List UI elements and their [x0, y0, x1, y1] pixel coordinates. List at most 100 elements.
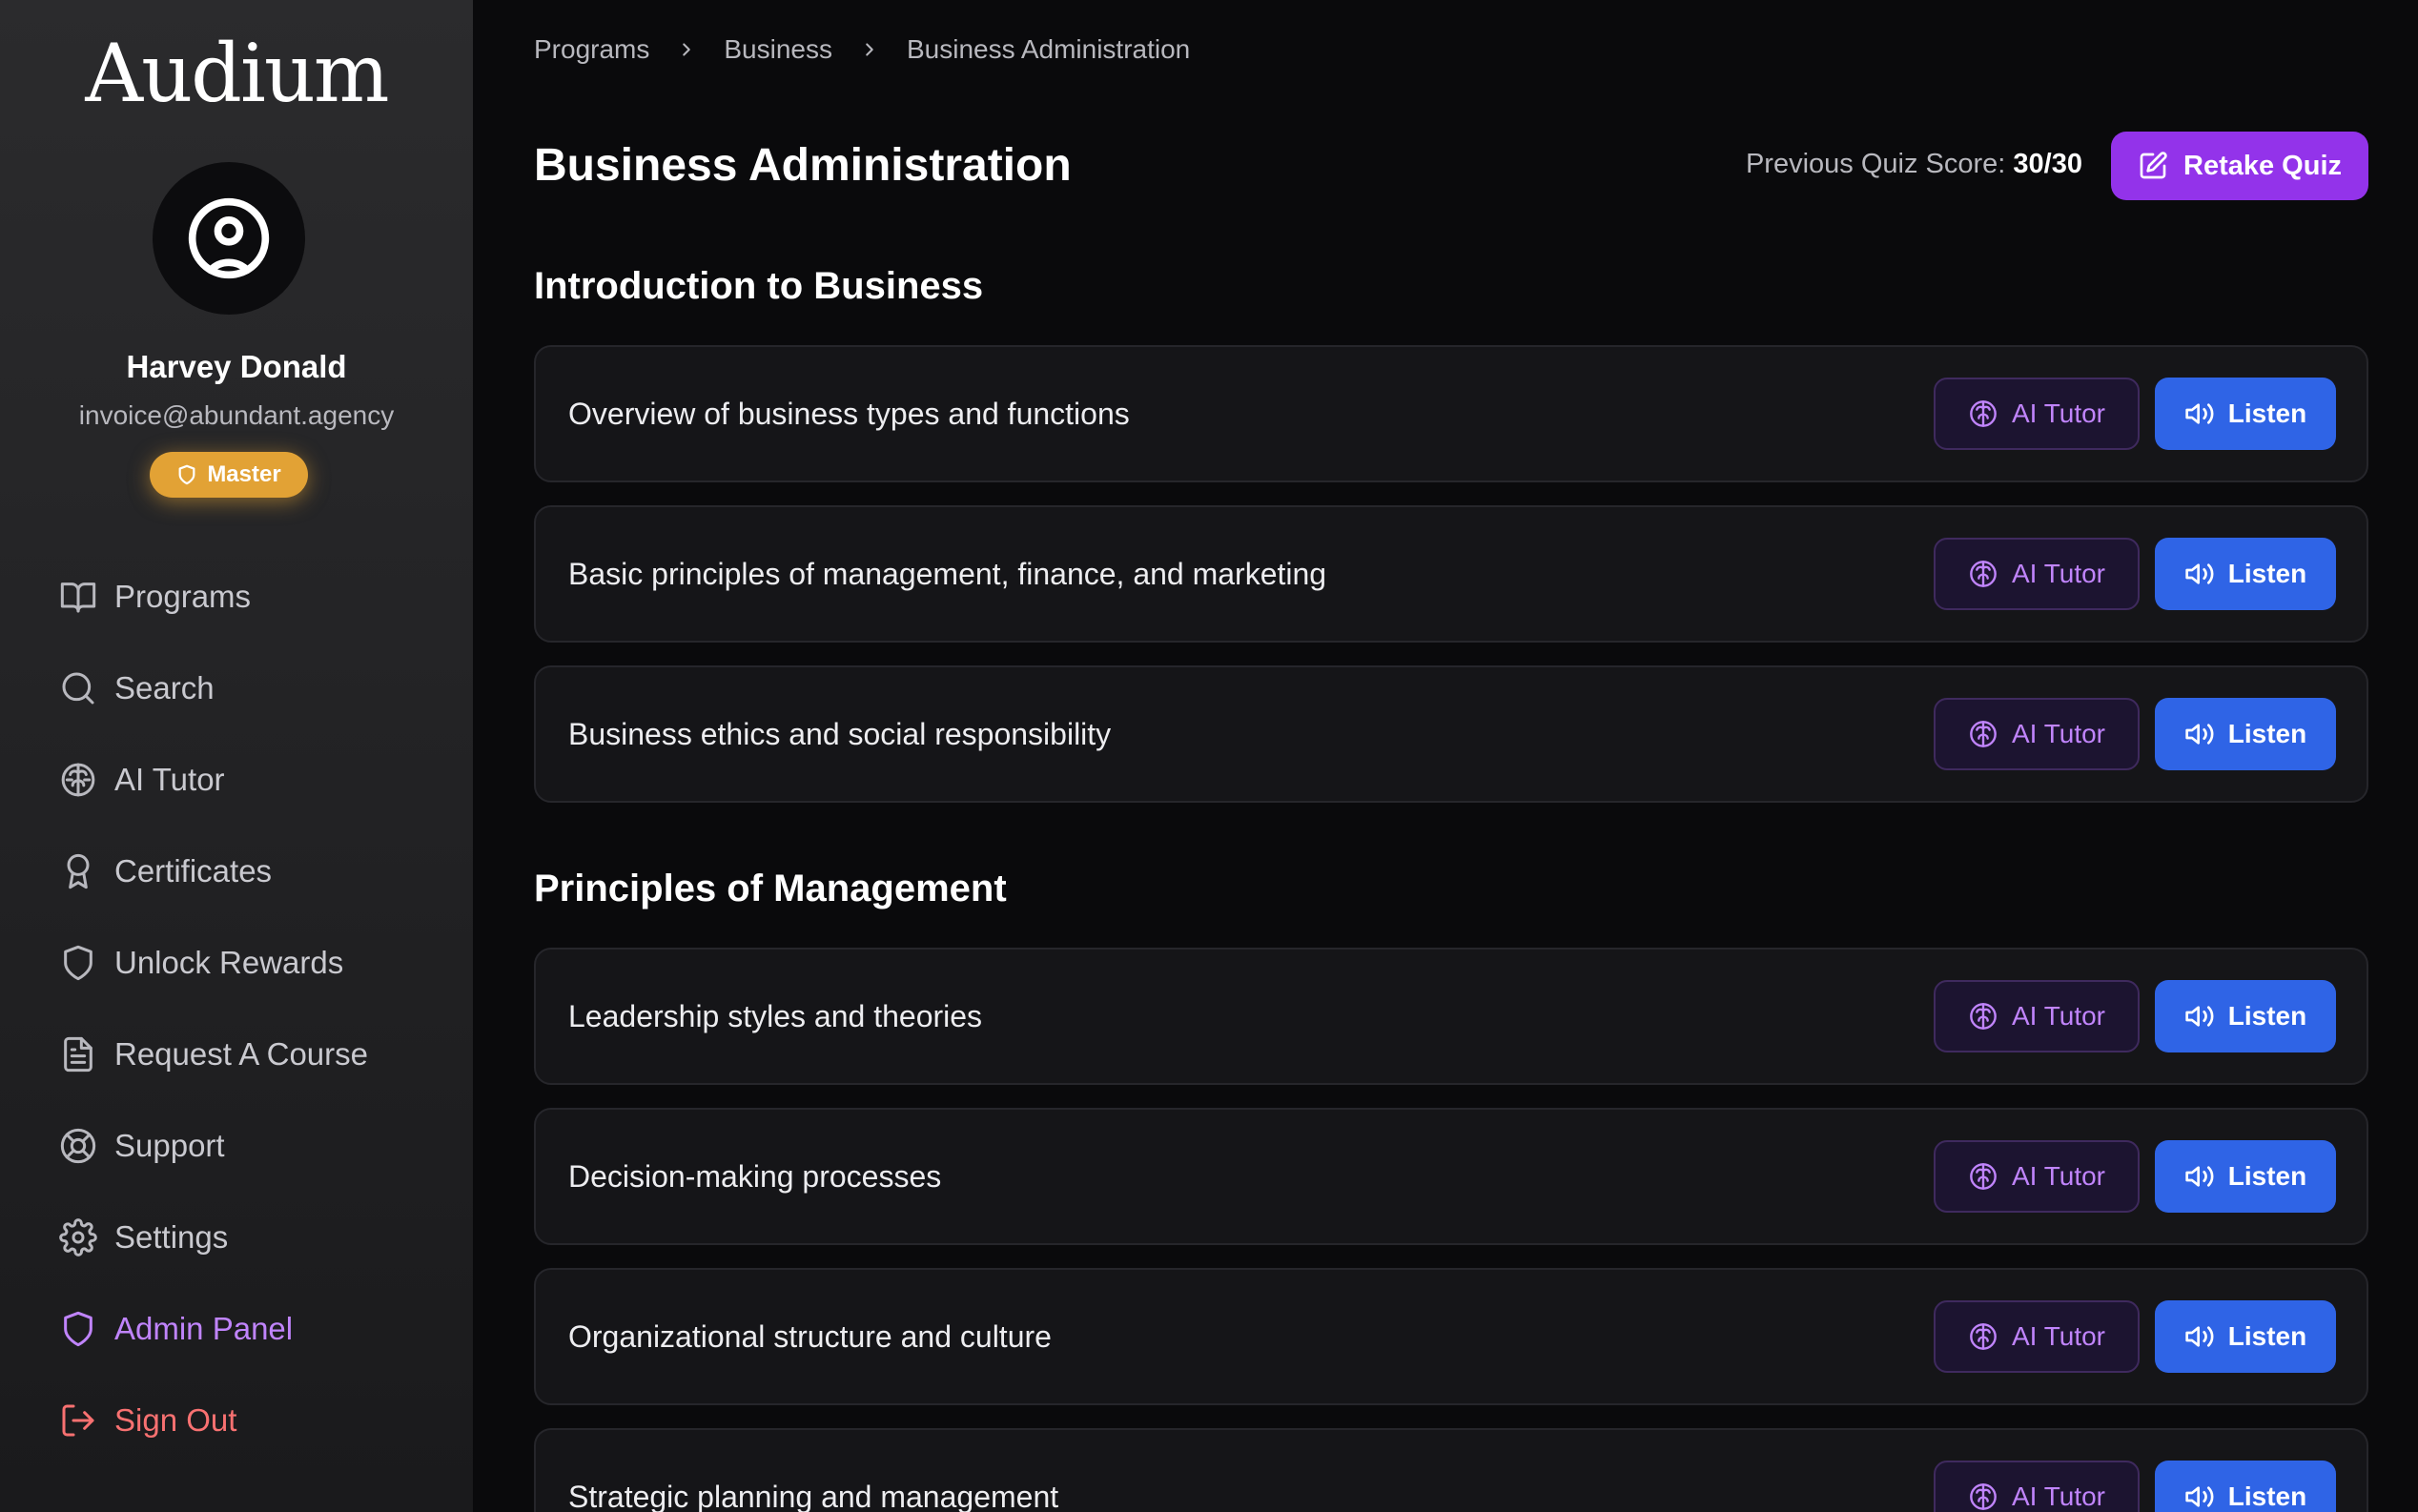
brain-icon	[1970, 561, 1997, 587]
sidebar-item-label: AI Tutor	[114, 762, 225, 797]
chevron-right-icon	[676, 39, 697, 60]
app-logo[interactable]: Audium	[0, 27, 473, 120]
listen-button[interactable]: Listen	[2155, 1140, 2336, 1213]
sidebar-item-label: Search	[114, 670, 215, 705]
sidebar-item-label: Admin Panel	[114, 1311, 294, 1346]
topic-row: Decision-making processes AI Tutor Liste…	[534, 1108, 2368, 1245]
life-buoy-icon	[60, 1128, 96, 1164]
ai-tutor-label: AI Tutor	[2011, 1161, 2106, 1191]
volume-icon	[2185, 1486, 2214, 1507]
user-email: invoice@abundant.agency	[78, 400, 395, 430]
brain-icon	[1970, 1323, 1997, 1350]
ai-tutor-button[interactable]: AI Tutor	[1934, 980, 2140, 1052]
sidebar-item-unlock-rewards[interactable]: Unlock Rewards	[59, 917, 460, 1009]
rank-badge: Master	[150, 452, 308, 498]
topic-row: Overview of business types and functions…	[534, 345, 2368, 482]
brain-icon	[1970, 1003, 1997, 1030]
page-title: Business Administration	[534, 140, 1072, 191]
breadcrumb-business[interactable]: Business	[724, 34, 832, 65]
user-name: Harvey Donald	[126, 349, 347, 384]
quiz-score-value: 30/30	[2013, 149, 2082, 179]
sidebar-item-ai-tutor[interactable]: AI Tutor	[59, 734, 460, 826]
volume-icon	[2185, 563, 2214, 584]
sidebar-item-programs[interactable]: Programs	[59, 551, 460, 643]
listen-button[interactable]: Listen	[2155, 1300, 2336, 1373]
sidebar-nav: Programs Search AI Tutor Certificates Un…	[59, 551, 460, 1466]
sidebar-item-label: Programs	[114, 579, 252, 614]
ai-tutor-button[interactable]: AI Tutor	[1934, 538, 2140, 610]
chevron-right-icon	[859, 39, 880, 60]
listen-label: Listen	[2227, 719, 2307, 748]
topic-label: Decision-making processes	[568, 1158, 942, 1194]
ai-tutor-label: AI Tutor	[2011, 1001, 2106, 1031]
section-title: Introduction to Business	[534, 265, 984, 307]
shield-icon	[178, 464, 195, 485]
topic-label: Overview of business types and functions	[568, 396, 1130, 431]
listen-label: Listen	[2227, 1001, 2307, 1031]
log-out-icon	[62, 1404, 94, 1437]
volume-icon	[2185, 1006, 2214, 1027]
sidebar-item-search[interactable]: Search	[59, 643, 460, 734]
listen-label: Listen	[2227, 1321, 2307, 1351]
topic-row: Basic principles of management, finance,…	[534, 505, 2368, 643]
topic-label: Leadership styles and theories	[568, 998, 983, 1033]
retake-quiz-label: Retake Quiz	[2183, 150, 2342, 181]
award-icon	[67, 853, 90, 889]
sidebar-item-certificates[interactable]: Certificates	[59, 826, 460, 917]
sidebar-item-label: Support	[114, 1128, 225, 1163]
sidebar-item-label: Unlock Rewards	[114, 945, 344, 980]
listen-label: Listen	[2227, 1481, 2307, 1511]
listen-button[interactable]: Listen	[2155, 980, 2336, 1052]
topic-row: Leadership styles and theories AI Tutor …	[534, 948, 2368, 1085]
ai-tutor-button[interactable]: AI Tutor	[1934, 1300, 2140, 1373]
brain-icon	[1970, 1483, 1997, 1510]
avatar[interactable]	[153, 162, 305, 315]
ai-tutor-button[interactable]: AI Tutor	[1934, 1461, 2140, 1512]
volume-icon	[2185, 1326, 2214, 1347]
sidebar-item-label: Certificates	[114, 853, 273, 889]
volume-icon	[2185, 403, 2214, 424]
ai-tutor-label: AI Tutor	[2011, 1321, 2106, 1351]
topic-row: Organizational structure and culture AI …	[534, 1268, 2368, 1405]
listen-button[interactable]: Listen	[2155, 378, 2336, 450]
listen-button[interactable]: Listen	[2155, 698, 2336, 770]
ai-tutor-label: AI Tutor	[2011, 1481, 2106, 1511]
brain-icon	[61, 763, 95, 797]
sidebar-item-label: Sign Out	[114, 1402, 237, 1438]
edit-icon	[2140, 152, 2167, 179]
ai-tutor-label: AI Tutor	[2011, 719, 2106, 748]
topic-row: Business ethics and social responsibilit…	[534, 665, 2368, 803]
topic-label: Basic principles of management, finance,…	[568, 556, 1327, 591]
retake-quiz-button[interactable]: Retake Quiz	[2111, 132, 2368, 200]
listen-button[interactable]: Listen	[2155, 1461, 2336, 1512]
topic-label: Organizational structure and culture	[568, 1318, 1052, 1354]
shield-icon	[64, 945, 92, 981]
listen-label: Listen	[2227, 559, 2307, 588]
topic-row: Strategic planning and management AI Tut…	[534, 1428, 2368, 1512]
volume-icon	[2185, 1166, 2214, 1187]
listen-button[interactable]: Listen	[2155, 538, 2336, 610]
ai-tutor-button[interactable]: AI Tutor	[1934, 698, 2140, 770]
file-text-icon	[64, 1036, 92, 1073]
volume-icon	[2185, 724, 2214, 745]
breadcrumb-current: Business Administration	[907, 34, 1191, 64]
ai-tutor-label: AI Tutor	[2011, 398, 2106, 428]
breadcrumb: Programs Business Business Administratio…	[534, 34, 1190, 65]
brain-icon	[1970, 721, 1997, 747]
sidebar-item-support[interactable]: Support	[59, 1100, 460, 1192]
sidebar-item-label: Request A Course	[114, 1036, 368, 1072]
breadcrumb-programs[interactable]: Programs	[534, 34, 649, 65]
ai-tutor-label: AI Tutor	[2011, 559, 2106, 588]
sidebar-item-admin-panel[interactable]: Admin Panel	[59, 1283, 460, 1375]
sidebar-item-sign-out[interactable]: Sign Out	[59, 1375, 460, 1466]
search-icon	[62, 672, 94, 705]
sidebar-item-label: Settings	[114, 1219, 229, 1255]
quiz-score-label: Previous Quiz Score:	[1745, 149, 2006, 179]
brain-icon	[1970, 1163, 1997, 1190]
topic-label: Strategic planning and management	[568, 1479, 1059, 1512]
ai-tutor-button[interactable]: AI Tutor	[1934, 1140, 2140, 1213]
topic-label: Business ethics and social responsibilit…	[568, 716, 1112, 751]
ai-tutor-button[interactable]: AI Tutor	[1934, 378, 2140, 450]
sidebar-item-request-course[interactable]: Request A Course	[59, 1009, 460, 1100]
sidebar-item-settings[interactable]: Settings	[59, 1192, 460, 1283]
